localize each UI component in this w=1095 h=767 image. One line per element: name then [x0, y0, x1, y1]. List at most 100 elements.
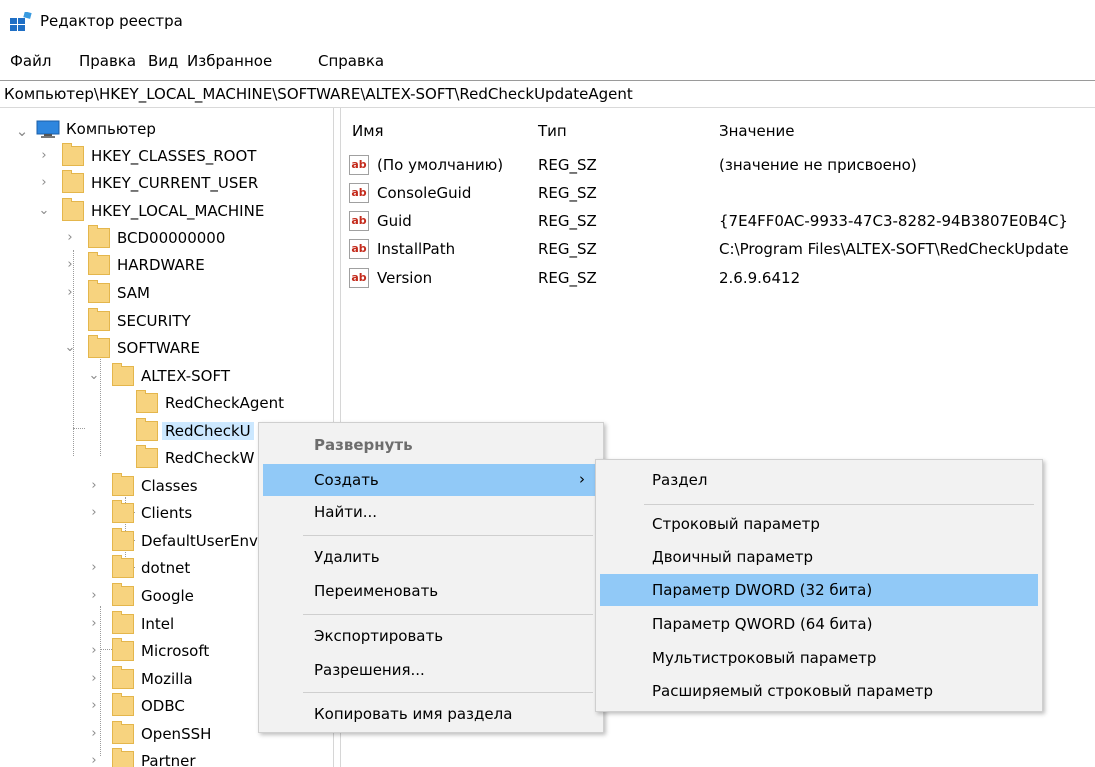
folder-icon — [112, 500, 134, 523]
menu-item-new[interactable]: Создать › — [263, 464, 599, 496]
tree-item[interactable]: ⌄ HKEY_LOCAL_MACHINE — [0, 198, 332, 225]
chevron-right-icon[interactable]: › — [86, 503, 102, 523]
submenu-item-string-value[interactable]: Строковый параметр — [600, 508, 1038, 540]
tree-root-computer[interactable]: ⌄ Компьютер — [0, 118, 330, 145]
folder-icon — [112, 363, 134, 386]
tree-item[interactable]: › HKEY_CLASSES_ROOT — [0, 143, 332, 170]
chevron-right-icon[interactable]: › — [86, 558, 102, 578]
menu-item-label: Параметр QWORD (64 бита) — [652, 615, 873, 633]
menu-item-label: Разрешения... — [314, 661, 425, 679]
menu-item-rename[interactable]: Переименовать — [263, 575, 599, 607]
menu-item-label: Двоичный параметр — [652, 548, 814, 566]
tree-item[interactable]: › BCD00000000 — [0, 225, 332, 252]
menu-item-label: Копировать имя раздела — [314, 705, 513, 723]
chevron-down-icon[interactable]: ⌄ — [86, 366, 102, 386]
submenu-item-binary-value[interactable]: Двоичный параметр — [600, 541, 1038, 573]
menu-edit[interactable]: Правка — [79, 52, 136, 70]
folder-icon — [62, 198, 84, 221]
menu-file[interactable]: Файл — [10, 52, 51, 70]
value-row[interactable]: ab ConsoleGuid REG_SZ — [349, 180, 1089, 210]
menu-item-delete[interactable]: Удалить — [263, 541, 599, 573]
submenu-item-expandable-string-value[interactable]: Расширяемый строковый параметр — [600, 675, 1038, 707]
menu-separator — [303, 535, 593, 536]
menu-help[interactable]: Справка — [318, 52, 384, 70]
chevron-right-icon[interactable]: › — [86, 669, 102, 689]
chevron-right-icon[interactable]: › — [36, 173, 52, 193]
column-header-type[interactable]: Тип — [538, 122, 567, 140]
folder-icon — [88, 225, 110, 248]
title-bar: Редактор реестра — [0, 0, 1095, 44]
menu-item-label: Переименовать — [314, 582, 439, 600]
tree-label: HKEY_CURRENT_USER — [91, 174, 259, 192]
value-row[interactable]: ab Version REG_SZ 2.6.9.6412 — [349, 265, 1089, 295]
chevron-right-icon[interactable]: › — [62, 255, 78, 275]
column-header-data[interactable]: Значение — [719, 122, 795, 140]
chevron-right-icon[interactable]: › — [86, 641, 102, 661]
menu-item-copy-key-name[interactable]: Копировать имя раздела — [263, 698, 599, 730]
regedit-icon — [10, 12, 32, 31]
menu-item-expand[interactable]: Развернуть — [263, 429, 599, 461]
value-row[interactable]: ab InstallPath REG_SZ C:\Program Files\ALTE… — [349, 236, 1089, 266]
tree-item[interactable]: SECURITY — [0, 308, 332, 335]
address-path[interactable]: Компьютер\HKEY_LOCAL_MACHINE\SOFTWARE\AL… — [4, 85, 633, 103]
context-menu: Развернуть Создать › Найти... Удалить Пе… — [258, 422, 604, 733]
chevron-right-icon[interactable]: › — [62, 283, 78, 303]
address-bar[interactable]: Компьютер\HKEY_LOCAL_MACHINE\SOFTWARE\AL… — [0, 80, 1095, 108]
chevron-right-icon[interactable]: › — [86, 614, 102, 634]
value-name: Version — [377, 269, 433, 287]
tree-label: HKEY_LOCAL_MACHINE — [91, 202, 265, 220]
folder-icon — [62, 143, 84, 166]
value-data: (значение не присвоено) — [719, 156, 917, 174]
value-type: REG_SZ — [538, 156, 597, 174]
menu-item-find[interactable]: Найти... — [263, 496, 599, 528]
chevron-down-icon[interactable]: ⌄ — [36, 201, 52, 221]
folder-icon — [112, 693, 134, 716]
submenu-new: Раздел Строковый параметр Двоичный парам… — [595, 459, 1043, 712]
menu-item-permissions[interactable]: Разрешения... — [263, 654, 599, 686]
chevron-right-icon[interactable]: › — [62, 228, 78, 248]
tree-label: BCD00000000 — [117, 229, 226, 247]
tree-item[interactable]: RedCheckAgent — [0, 390, 332, 417]
folder-icon — [112, 721, 134, 744]
tree-item[interactable]: ⌄ ALTEX-SOFT — [0, 363, 332, 390]
menu-item-label: Развернуть — [314, 436, 413, 454]
tree-item[interactable]: ⌄ SOFTWARE — [0, 335, 332, 362]
chevron-right-icon[interactable]: › — [86, 751, 102, 767]
chevron-right-icon[interactable]: › — [36, 146, 52, 166]
tree-label: Intel — [141, 615, 175, 633]
chevron-right-icon[interactable]: › — [86, 724, 102, 744]
submenu-item-dword-value[interactable]: Параметр DWORD (32 бита) — [600, 574, 1038, 606]
tree-item[interactable]: › SAM — [0, 280, 332, 307]
tree-item[interactable]: › HKEY_CURRENT_USER — [0, 170, 332, 197]
submenu-item-qword-value[interactable]: Параметр QWORD (64 бита) — [600, 608, 1038, 640]
folder-icon — [88, 308, 110, 331]
menu-view[interactable]: Вид — [148, 52, 178, 70]
value-row[interactable]: ab (По умолчанию) REG_SZ (значение не присв… — [349, 152, 1089, 182]
tree-label: OpenSSH — [141, 725, 212, 743]
menu-item-label: Расширяемый строковый параметр — [652, 682, 934, 700]
chevron-right-icon[interactable]: › — [86, 476, 102, 496]
chevron-right-icon[interactable]: › — [86, 696, 102, 716]
chevron-down-icon[interactable]: ⌄ — [14, 121, 30, 141]
folder-icon — [136, 445, 158, 468]
tree-label: SOFTWARE — [117, 339, 201, 357]
chevron-right-icon[interactable]: › — [86, 586, 102, 606]
value-name: (По умолчанию) — [377, 156, 504, 174]
chevron-down-icon[interactable]: ⌄ — [62, 338, 78, 358]
tree-item[interactable]: › Partner — [0, 748, 332, 767]
value-row[interactable]: ab Guid REG_SZ {7E4FF0AC-9933-47C3-8282-94B… — [349, 208, 1089, 238]
tree-label: DefaultUserEnv — [141, 532, 258, 550]
menu-item-label: Строковый параметр — [652, 515, 820, 533]
submenu-item-key[interactable]: Раздел — [600, 464, 1038, 496]
tree-item[interactable]: › HARDWARE — [0, 252, 332, 279]
submenu-item-multistring-value[interactable]: Мультистроковый параметр — [600, 642, 1038, 674]
menu-item-export[interactable]: Экспортировать — [263, 620, 599, 652]
folder-icon — [88, 335, 110, 358]
menu-favorites[interactable]: Избранное — [187, 52, 272, 70]
string-value-icon: ab — [349, 183, 369, 203]
value-name: ConsoleGuid — [377, 184, 472, 202]
column-header-name[interactable]: Имя — [352, 122, 384, 140]
